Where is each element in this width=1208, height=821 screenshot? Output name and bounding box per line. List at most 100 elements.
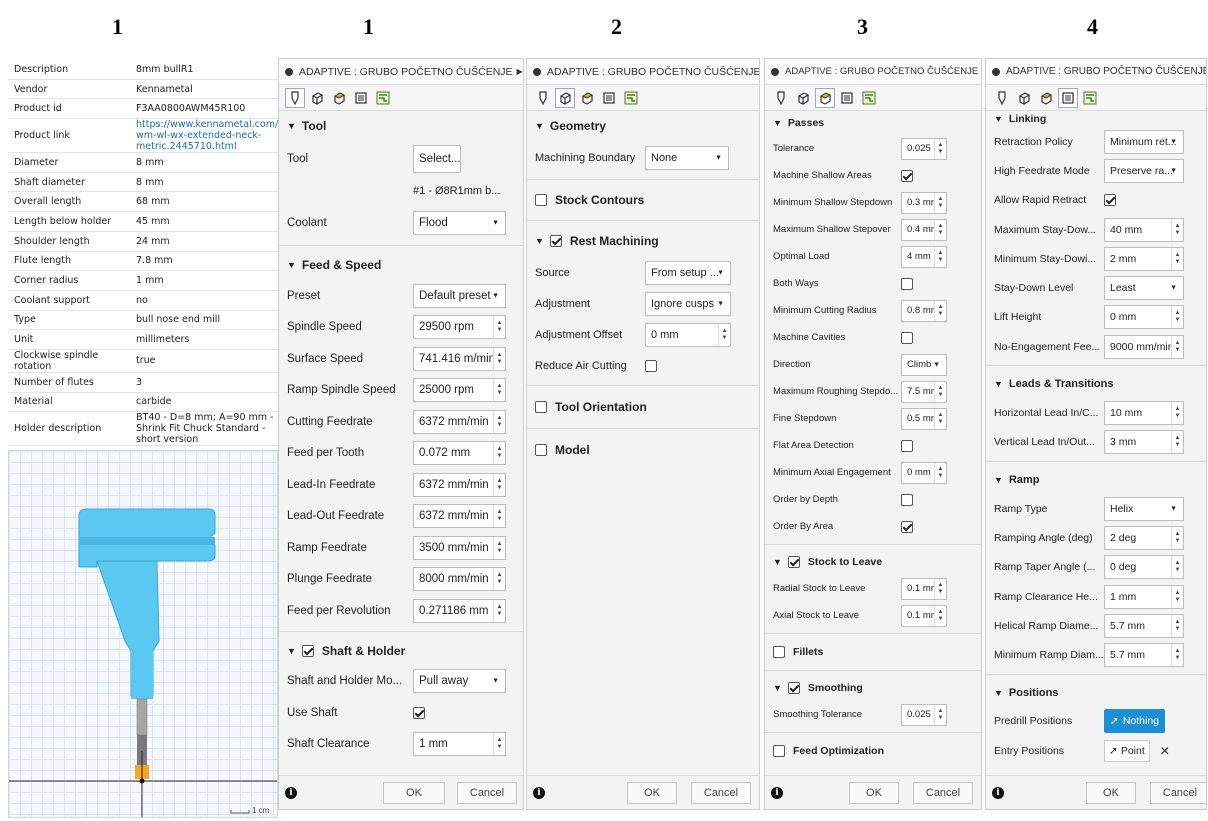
ok-button[interactable]: OK: [627, 781, 677, 804]
section-linking[interactable]: ▼ Linking: [986, 111, 1206, 127]
source-select[interactable]: From setup ... ▼: [645, 260, 731, 285]
cancel-button[interactable]: Cancel: [913, 781, 973, 804]
horizontal-lead-in-c-input[interactable]: 10 mm ▲ ▼: [1104, 401, 1184, 426]
use-shaft-checkbox[interactable]: [413, 706, 425, 719]
spindle-speed-input[interactable]: 29500 rpm ▲ ▼: [413, 315, 506, 340]
helical-ramp-diame-input[interactable]: 5.7 mm ▲ ▼: [1104, 613, 1184, 638]
passes-tab-icon[interactable]: [351, 88, 371, 108]
order-by-area-checkbox[interactable]: [901, 520, 913, 533]
cutting-feedrate-input[interactable]: 6372 mm/min ▲ ▼: [413, 409, 506, 434]
order-by-depth-checkbox[interactable]: [901, 493, 913, 506]
section-geometry[interactable]: ▼ Geometry: [527, 111, 759, 141]
ramping-angle-deg-input[interactable]: 2 deg ▲ ▼: [1104, 525, 1184, 550]
no-engagement-fee-input[interactable]: 9000 mm/min ▲ ▼: [1104, 334, 1184, 359]
entry-select-button[interactable]: ➚ Point: [1104, 739, 1150, 762]
linking-tab-icon[interactable]: [621, 88, 641, 108]
optimal-load-input[interactable]: 4 mm ▲ ▼: [901, 245, 947, 268]
shaft-mode-select[interactable]: Pull away ▼: [413, 669, 506, 694]
tool-tab-icon[interactable]: [533, 88, 553, 108]
allow-rapid-retract-checkbox[interactable]: [1104, 194, 1116, 207]
tool-tab-icon[interactable]: [992, 88, 1012, 108]
section-leads-transitions[interactable]: ▼ Leads & Transitions: [986, 370, 1206, 398]
feed-per-tooth-input[interactable]: 0.072 mm ▲ ▼: [413, 441, 506, 466]
info-icon[interactable]: i: [533, 786, 545, 799]
lift-height-input[interactable]: 0 mm ▲ ▼: [1104, 305, 1184, 330]
section-tool-orientation[interactable]: Tool Orientation: [527, 390, 759, 424]
heights-tab-icon[interactable]: [1036, 88, 1056, 108]
machine-shallow-areas-checkbox[interactable]: [901, 169, 913, 182]
linking-tab-icon[interactable]: [1080, 88, 1100, 108]
adjustment-select[interactable]: Ignore cusps ▼: [645, 291, 731, 316]
passes-tab-icon[interactable]: [837, 88, 857, 108]
section-stock-to-leave[interactable]: ▼ Stock to Leave: [765, 549, 981, 575]
coolant-select[interactable]: Flood ▼: [413, 211, 506, 235]
section-rest-machining[interactable]: ▼ Rest Machining: [527, 225, 759, 257]
geometry-tab-icon[interactable]: [555, 87, 575, 108]
surface-speed-input[interactable]: 741.416 m/min ▲ ▼: [413, 346, 506, 371]
minimum-shallow-stepdown-input[interactable]: 0.3 mm ▲ ▼: [901, 191, 947, 214]
section-positions[interactable]: ▼ Positions: [986, 679, 1206, 707]
geometry-tab-icon[interactable]: [307, 88, 327, 108]
tolerance-input[interactable]: 0.025 m ▲ ▼: [901, 137, 947, 160]
minimum-axial-engagement-input[interactable]: 0 mm ▲ ▼: [901, 461, 947, 484]
section-passes[interactable]: ▼ Passes: [765, 111, 981, 135]
preset-select[interactable]: Default preset ▼: [413, 283, 506, 308]
passes-tab-icon[interactable]: [599, 88, 619, 108]
ramp-spindle-speed-input[interactable]: 25000 rpm ▲ ▼: [413, 378, 506, 403]
heights-tab-icon[interactable]: [815, 87, 835, 108]
info-icon[interactable]: i: [992, 786, 1004, 799]
section-tool[interactable]: ▼ Tool: [279, 111, 523, 141]
lead-in-feedrate-input[interactable]: 6372 mm/min ▲ ▼: [413, 472, 506, 497]
axial-stock-input[interactable]: 0.1 mm ▲ ▼: [901, 604, 947, 627]
direction-select[interactable]: Climb ▼: [901, 353, 947, 376]
info-icon[interactable]: i: [771, 786, 783, 799]
section-feed-speed[interactable]: ▼ Feed & Speed: [279, 250, 523, 280]
flat-area-detection-checkbox[interactable]: [901, 439, 913, 452]
section-fillets[interactable]: Fillets: [765, 638, 981, 666]
ramp-type-select[interactable]: Helix ▼: [1104, 496, 1184, 521]
feed-per-revolution-input[interactable]: 0.271186 mm ▲ ▼: [413, 598, 506, 623]
smoothing-tolerance-input[interactable]: 0.025 m ▲ ▼: [901, 703, 947, 726]
vertical-lead-in-out-input[interactable]: 3 mm ▲ ▼: [1104, 430, 1184, 455]
heights-tab-icon[interactable]: [577, 88, 597, 108]
clear-icon[interactable]: ✕: [1160, 744, 1170, 758]
predrill-select-button[interactable]: ➚ Nothing: [1104, 709, 1166, 734]
shaft-clearance-input[interactable]: 1 mm ▲ ▼: [413, 732, 506, 757]
ramp-feedrate-input[interactable]: 3500 mm/min ▲ ▼: [413, 535, 506, 560]
tool-tab-icon[interactable]: [771, 88, 791, 108]
section-feed-optimization[interactable]: Feed Optimization: [765, 737, 981, 765]
maximum-roughing-stepdo-input[interactable]: 7.5 mm ▲ ▼: [901, 380, 947, 403]
info-icon[interactable]: i: [285, 786, 297, 799]
minimum-ramp-diam-input[interactable]: 5.7 mm ▲ ▼: [1104, 643, 1184, 668]
select-tool-button[interactable]: Select...: [413, 145, 461, 173]
machining-boundary-select[interactable]: None ▼: [645, 146, 729, 170]
section-stock-contours[interactable]: Stock Contours: [527, 184, 759, 216]
tool-preview-viewport[interactable]: 1 cm: [8, 450, 278, 818]
ok-button[interactable]: OK: [383, 781, 445, 804]
radial-stock-input[interactable]: 0.1 mm ▲ ▼: [901, 577, 947, 600]
cancel-button[interactable]: Cancel: [1150, 781, 1206, 804]
cancel-button[interactable]: Cancel: [691, 781, 751, 804]
ramp-taper-angle-input[interactable]: 0 deg ▲ ▼: [1104, 555, 1184, 580]
section-model[interactable]: Model: [527, 433, 759, 467]
tool-info-value[interactable]: https://www.kennametal.com/us/en/product…: [136, 119, 278, 152]
maximum-stay-dow-input[interactable]: 40 mm ▲ ▼: [1104, 217, 1184, 242]
lead-out-feedrate-input[interactable]: 6372 mm/min ▲ ▼: [413, 504, 506, 529]
both-ways-checkbox[interactable]: [901, 277, 913, 290]
machine-cavities-checkbox[interactable]: [901, 331, 913, 344]
section-ramp[interactable]: ▼ Ramp: [986, 466, 1206, 494]
linking-tab-icon[interactable]: [859, 88, 879, 108]
ok-button[interactable]: OK: [1086, 781, 1136, 804]
stay-down-level-select[interactable]: Least ▼: [1104, 276, 1184, 301]
ramp-clearance-he-input[interactable]: 1 mm ▲ ▼: [1104, 584, 1184, 609]
section-shaft-holder[interactable]: ▼ Shaft & Holder: [279, 636, 523, 666]
section-smoothing[interactable]: ▼ Smoothing: [765, 675, 981, 701]
ok-button[interactable]: OK: [849, 781, 899, 804]
high-feedrate-mode-select[interactable]: Preserve ra... ▼: [1104, 158, 1184, 183]
retraction-policy-select[interactable]: Minimum ret... ▼: [1104, 129, 1184, 154]
tool-tab-icon[interactable]: [285, 87, 305, 108]
adjustment-offset-input[interactable]: 0 mm ▲ ▼: [645, 322, 731, 347]
passes-tab-icon[interactable]: [1058, 87, 1078, 108]
linking-tab-icon[interactable]: [373, 88, 393, 108]
geometry-tab-icon[interactable]: [1014, 88, 1034, 108]
